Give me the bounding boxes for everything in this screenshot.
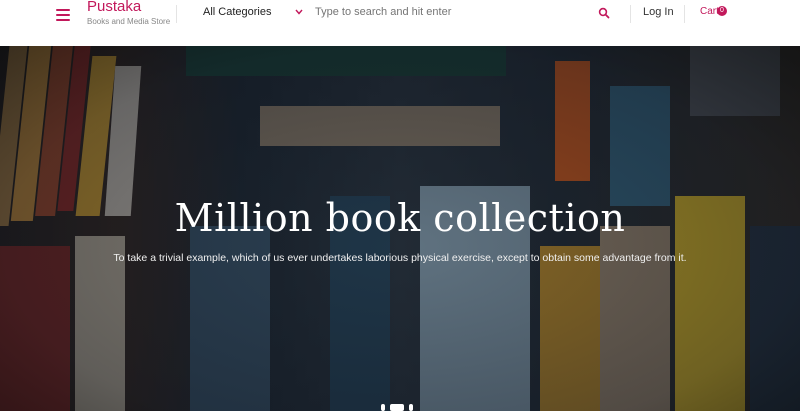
scroll-down-icon[interactable] — [381, 404, 421, 411]
brand-subtitle: Books and Media Store — [87, 17, 171, 26]
site-header: Pustaka Books and Media Store All Catego… — [0, 0, 800, 46]
category-select[interactable]: All Categories — [203, 6, 271, 18]
hero-title: Million book collection — [174, 196, 626, 240]
hero-subtitle: To take a trivial example, which of us e… — [113, 252, 687, 264]
hero-banner: Million book collection To take a trivia… — [0, 46, 800, 411]
header-divider — [684, 5, 685, 23]
login-link[interactable]: Log In — [643, 6, 674, 18]
header-divider — [176, 5, 177, 23]
brand-logo[interactable]: Pustaka Books and Media Store — [87, 0, 170, 26]
search-icon[interactable] — [598, 7, 610, 19]
cart-count-badge: 0 — [717, 6, 727, 16]
search-input[interactable] — [315, 6, 585, 18]
chevron-down-icon[interactable] — [294, 7, 304, 17]
menu-icon[interactable] — [56, 8, 70, 22]
header-divider — [630, 5, 631, 23]
brand-title: Pustaka — [87, 0, 142, 15]
